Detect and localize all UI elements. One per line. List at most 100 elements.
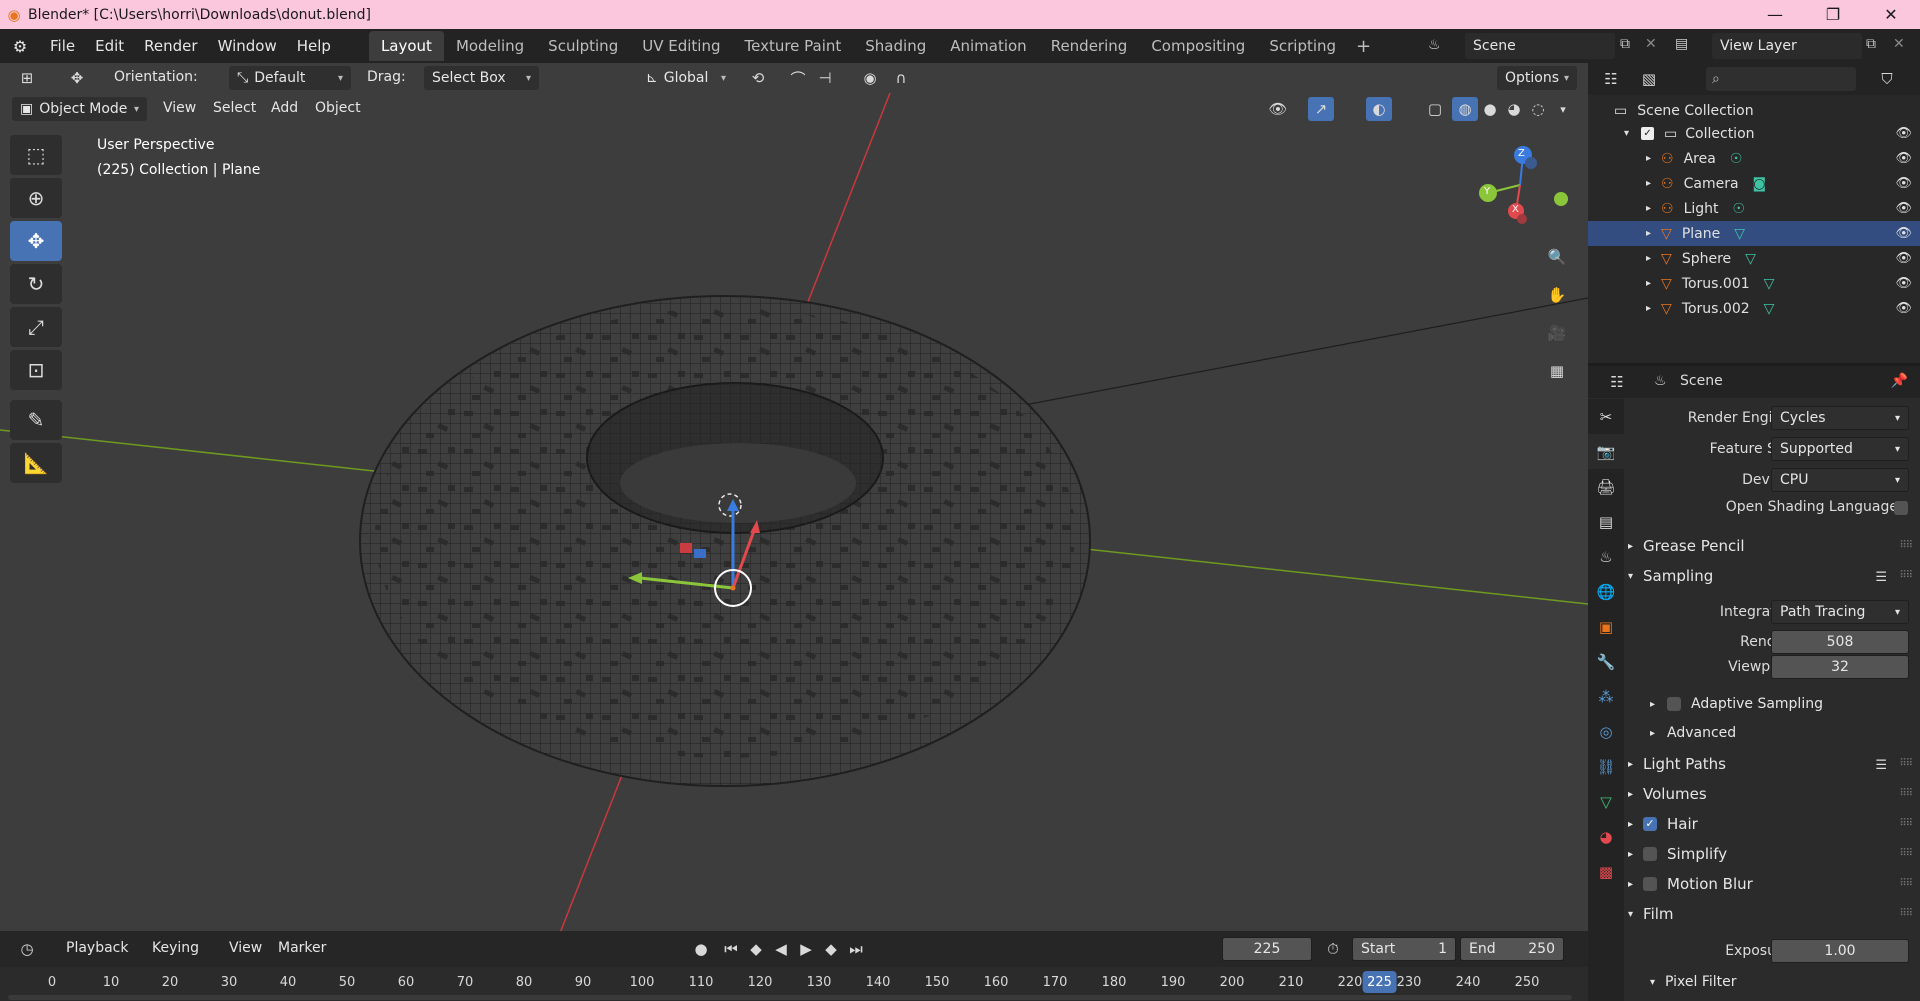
visibility-eye-icon[interactable]: 👁 [1895,151,1912,166]
render-tab-icon[interactable]: 📷 [1588,434,1624,469]
camera-view-icon[interactable]: 🎥 [1544,321,1570,345]
tab-texture-paint[interactable]: Texture Paint [732,31,853,61]
filter-icon[interactable]: ⛉ [1874,67,1900,91]
minimize-icon[interactable]: — [1746,0,1804,29]
end-frame-field[interactable]: End 250 [1460,937,1564,961]
feature-set-dropdown[interactable]: Supported ▾ [1771,437,1909,461]
tab-shading[interactable]: Shading [853,31,938,61]
viewport-menu-view[interactable]: View [163,100,196,116]
expand-arrow-icon[interactable]: ▸ [1646,203,1651,214]
expand-arrow-icon[interactable]: ▸ [1646,303,1651,314]
navigation-gizmo[interactable]: Z Y X [1470,145,1570,230]
orientation-dropdown[interactable]: ⤡ Default ▾ [229,66,351,90]
visibility-eye-icon[interactable]: 👁 [1895,201,1912,216]
material-shading-icon[interactable]: ◕ [1501,97,1527,121]
panel-motion-blur[interactable]: ▸ Motion Blur [1628,875,1753,893]
device-dropdown[interactable]: CPU ▾ [1771,468,1909,492]
expand-arrow-icon[interactable]: ▸ [1646,153,1651,164]
motion-blur-checkbox[interactable] [1643,877,1658,891]
cursor-tool-icon[interactable]: ⊕ [10,178,62,218]
properties-editor-type-icon[interactable]: ☷ [1604,370,1630,394]
hair-checkbox[interactable]: ✓ [1643,817,1658,831]
start-frame-field[interactable]: Start 1 [1352,937,1456,961]
add-workspace-icon[interactable]: + [1348,36,1379,57]
new-scene-icon[interactable]: ⧉ [1620,36,1630,52]
zoom-icon[interactable]: 🔍 [1544,245,1570,269]
tab-uv-editing[interactable]: UV Editing [630,31,732,61]
proportional-editing-icon[interactable]: ◉ [857,66,883,90]
material-tab-icon[interactable]: ◕ [1588,819,1624,854]
visibility-eye-icon[interactable]: 👁 [1895,226,1912,241]
pan-hand-icon[interactable]: ✋ [1544,283,1570,307]
outliner-item-1[interactable]: ▸ ⚇ Camera ◙ 👁 [1588,171,1920,196]
mesh-icon[interactable]: ▽ [1764,276,1775,292]
expand-arrow-icon[interactable]: ▸ [1646,278,1651,289]
jump-end-icon[interactable]: ⏭ [843,937,869,961]
outliner-item-0[interactable]: ▸ ⚇ Area ☉ 👁 [1588,146,1920,171]
panel-grip-icon[interactable]: ⠿⠿ [1899,878,1913,889]
rotate-tool-icon[interactable]: ↻ [10,264,62,304]
options-dropdown[interactable]: Options ▾ [1497,66,1577,90]
mode-dropdown[interactable]: ▣ Object Mode ▾ [12,97,147,121]
outliner-search-input[interactable]: ⌕ [1706,67,1856,91]
transform-orientation-dropdown[interactable]: ⊾ Global ▾ [638,66,734,90]
record-icon[interactable]: ● [688,937,714,961]
snap-target-icon[interactable]: ⊣ [812,66,838,90]
camera-icon[interactable]: ◙ [1753,176,1767,192]
expand-arrow-icon[interactable]: ▸ [1646,178,1651,189]
collection-exclude-checkbox[interactable]: ✓ [1641,127,1655,140]
visibility-eye-icon[interactable]: 👁 [1895,176,1912,191]
panel-grip-icon[interactable]: ⠿⠿ [1899,788,1913,799]
shading-options-icon[interactable]: ▾ [1550,97,1576,121]
viewport-samples-field[interactable]: 32 [1771,655,1909,679]
xray-icon[interactable]: ▢ [1422,97,1448,121]
expand-arrow-icon[interactable]: ▸ [1646,228,1651,239]
constraints-tab-icon[interactable]: ⛓ [1588,749,1624,784]
move-tool-icon[interactable]: ✥ [64,66,90,90]
3d-viewport[interactable]: ⊞ ✥ Orientation: ⤡ Default ▾ Drag: Select … [0,63,1588,931]
data-tab-icon[interactable]: ▽ [1588,784,1624,819]
preview-range-icon[interactable]: ⏱ [1320,937,1346,961]
falloff-icon[interactable]: ∩ [888,66,914,90]
play-icon[interactable]: ▶ [793,937,819,961]
integrator-dropdown[interactable]: Path Tracing ▾ [1771,600,1909,624]
tab-compositing[interactable]: Compositing [1139,31,1257,61]
pivot-point-icon[interactable]: ⟲ [745,66,771,90]
render-samples-field[interactable]: 508 [1771,630,1909,654]
panel-hair[interactable]: ▸ ✓ Hair [1628,815,1698,833]
modifiers-tab-icon[interactable]: 🔧 [1588,644,1624,679]
view-layer-tab-icon[interactable]: ▤ [1588,504,1624,539]
drag-dropdown[interactable]: Select Box ▾ [424,66,539,90]
jump-start-icon[interactable]: ⏮ [718,937,744,961]
presets-list-icon[interactable]: ☰ [1875,758,1887,773]
current-frame-field[interactable]: 225 [1222,937,1312,961]
rendered-shading-icon[interactable]: ◌ [1525,97,1551,121]
gizmos-icon[interactable]: ↗ [1308,97,1334,121]
close-icon[interactable]: ✕ [1862,0,1920,29]
outliner-editor-type-icon[interactable]: ☷ [1598,67,1624,91]
exposure-field[interactable]: 1.00 [1771,939,1909,963]
playhead-frame[interactable]: 225 [1362,971,1397,993]
expand-collection-icon[interactable]: ▾ [1624,128,1629,139]
mesh-icon[interactable]: ▽ [1745,251,1756,267]
display-mode-icon[interactable]: ▧ [1636,67,1662,91]
collection-visibility-eye-icon[interactable]: 👁 [1895,126,1912,141]
expand-arrow-icon[interactable]: ▸ [1646,253,1651,264]
osl-checkbox[interactable] [1894,501,1908,515]
timeline-menu-marker[interactable]: Marker [278,940,326,956]
select-box-tool-icon[interactable]: ⬚ [10,135,62,175]
scene-icon[interactable]: ♨ [1428,37,1441,53]
measure-tool-icon[interactable]: 📐 [10,443,62,483]
viewport-menu-object[interactable]: Object [315,100,361,116]
tool-tab-icon[interactable]: ✂ [1588,399,1624,434]
pin-icon[interactable]: 📌 [1891,373,1908,389]
blender-menu-icon[interactable]: ⚙ [0,37,40,56]
panel-grip-icon[interactable]: ⠿⠿ [1899,848,1913,859]
simplify-checkbox[interactable] [1643,847,1658,861]
mesh-icon[interactable]: ▽ [1764,301,1775,317]
panel-light-paths[interactable]: ▸ Light Paths [1628,755,1726,773]
scene-name-field[interactable]: Scene [1465,33,1615,59]
timeline-editor-type-icon[interactable]: ◷ [14,937,40,961]
menu-render[interactable]: Render [134,37,207,55]
tab-rendering[interactable]: Rendering [1039,31,1140,61]
